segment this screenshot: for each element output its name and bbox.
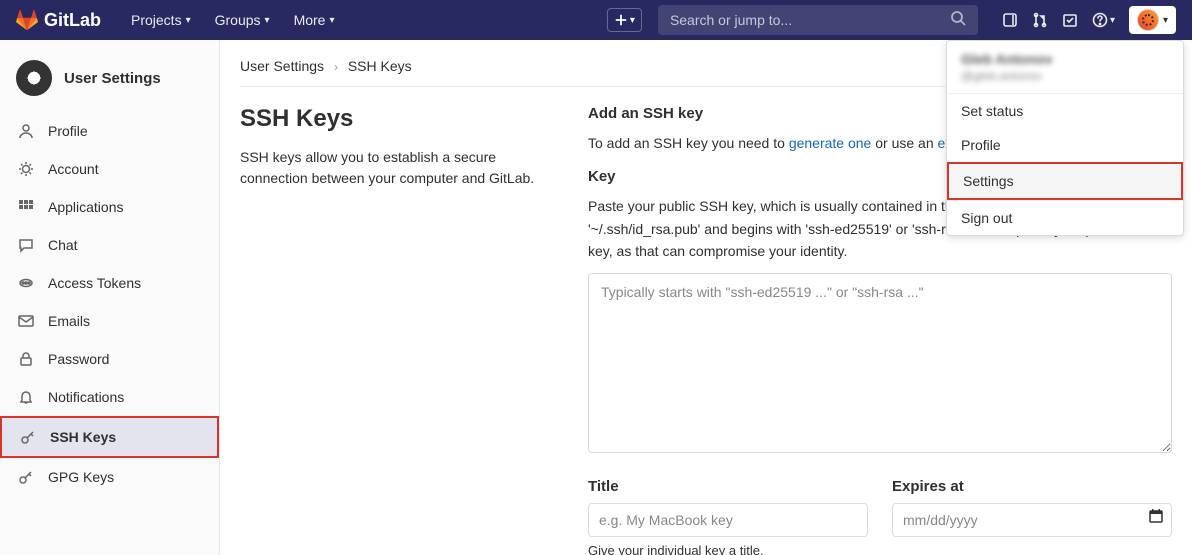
help-icon[interactable]: ▾: [1092, 12, 1115, 28]
avatar: [1137, 9, 1159, 31]
token-icon: [18, 275, 34, 291]
expires-input[interactable]: [892, 503, 1172, 537]
lock-icon: [18, 351, 34, 367]
dropdown-sign-out[interactable]: Sign out: [947, 201, 1183, 235]
sidebar-item-password[interactable]: Password: [0, 340, 219, 378]
sidebar-item-access-tokens[interactable]: Access Tokens: [0, 264, 219, 302]
new-button[interactable]: ▾: [607, 8, 642, 32]
header-icons: ▾ ▾: [1002, 6, 1176, 34]
sidebar-item-profile[interactable]: Profile: [0, 112, 219, 150]
brand-text: GitLab: [44, 10, 101, 31]
sidebar: User Settings Profile Account Applicatio…: [0, 40, 220, 555]
user-dropdown: Gleb Antonov @gleb.antonov Set status Pr…: [946, 40, 1184, 236]
key-textarea[interactable]: [588, 273, 1172, 453]
generate-one-link[interactable]: generate one: [789, 135, 872, 151]
profile-icon: [18, 123, 34, 139]
user-menu-button[interactable]: ▾: [1129, 6, 1176, 34]
key-icon: [20, 429, 36, 445]
dropdown-user-info: Gleb Antonov @gleb.antonov: [947, 41, 1183, 94]
gitlab-logo-icon: [16, 9, 38, 31]
applications-icon: [18, 199, 34, 215]
page-title: SSH Keys: [240, 105, 540, 133]
sidebar-item-label: Applications: [48, 199, 124, 215]
nav-projects[interactable]: Projects▾: [121, 6, 201, 34]
merge-requests-icon[interactable]: [1032, 12, 1048, 28]
search-icon[interactable]: [950, 10, 966, 31]
chevron-down-icon: ▾: [265, 15, 270, 26]
dropdown-profile[interactable]: Profile: [947, 128, 1183, 162]
dropdown-user-handle: @gleb.antonov: [961, 69, 1169, 83]
nav-groups[interactable]: Groups▾: [205, 6, 280, 34]
plus-icon: [614, 13, 628, 27]
main-content: User Settings › SSH Keys SSH Keys SSH ke…: [220, 40, 1192, 555]
sidebar-item-label: Profile: [48, 123, 88, 139]
dropdown-set-status[interactable]: Set status: [947, 94, 1183, 128]
chevron-down-icon: ▾: [1110, 15, 1115, 26]
primary-nav: Projects▾ Groups▾ More▾: [121, 6, 345, 34]
sidebar-item-label: SSH Keys: [50, 429, 116, 445]
sidebar-item-label: Chat: [48, 237, 78, 253]
sidebar-item-label: Emails: [48, 313, 90, 329]
sidebar-item-gpg-keys[interactable]: GPG Keys: [0, 458, 219, 496]
search-container: [658, 5, 978, 35]
sidebar-item-label: Password: [48, 351, 109, 367]
sidebar-item-applications[interactable]: Applications: [0, 188, 219, 226]
chevron-down-icon: ▾: [630, 15, 635, 26]
sidebar-item-account[interactable]: Account: [0, 150, 219, 188]
chevron-down-icon: ▾: [186, 15, 191, 26]
top-header: GitLab Projects▾ Groups▾ More▾ ▾ ▾ ▾: [0, 0, 1192, 40]
title-label: Title: [588, 478, 868, 495]
todos-icon[interactable]: [1062, 12, 1078, 28]
sidebar-header[interactable]: User Settings: [0, 52, 219, 112]
bell-icon: [18, 389, 34, 405]
avatar: [16, 60, 52, 96]
nav-more[interactable]: More▾: [284, 6, 345, 34]
sidebar-item-label: Account: [48, 161, 99, 177]
breadcrumb-current: SSH Keys: [348, 58, 412, 74]
chevron-right-icon: ›: [334, 60, 338, 74]
chevron-down-icon: ▾: [329, 15, 334, 26]
chevron-down-icon: ▾: [1163, 15, 1168, 26]
brand[interactable]: GitLab: [16, 9, 101, 31]
search-input[interactable]: [670, 12, 950, 28]
email-icon: [18, 313, 34, 329]
sidebar-item-notifications[interactable]: Notifications: [0, 378, 219, 416]
sidebar-item-ssh-keys[interactable]: SSH Keys: [0, 416, 219, 458]
chat-icon: [18, 237, 34, 253]
sidebar-item-chat[interactable]: Chat: [0, 226, 219, 264]
title-input[interactable]: [588, 503, 868, 537]
sidebar-title: User Settings: [64, 70, 161, 87]
page-description: SSH keys allow you to establish a secure…: [240, 147, 540, 189]
sidebar-item-label: Access Tokens: [48, 275, 141, 291]
title-hint: Give your individual key a title.: [588, 543, 868, 555]
breadcrumb-link[interactable]: User Settings: [240, 58, 324, 74]
issues-icon[interactable]: [1002, 12, 1018, 28]
sidebar-item-emails[interactable]: Emails: [0, 302, 219, 340]
calendar-icon[interactable]: [1148, 508, 1164, 529]
sidebar-item-label: GPG Keys: [48, 469, 114, 485]
key-icon: [18, 469, 34, 485]
dropdown-user-name: Gleb Antonov: [961, 51, 1169, 67]
account-icon: [18, 161, 34, 177]
expires-label: Expires at: [892, 478, 1172, 495]
dropdown-settings[interactable]: Settings: [947, 162, 1183, 200]
sidebar-item-label: Notifications: [48, 389, 124, 405]
